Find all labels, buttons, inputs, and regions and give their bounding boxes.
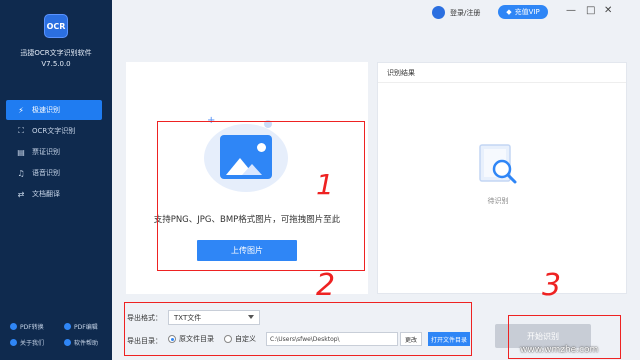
translate-icon: ⇄	[17, 189, 25, 199]
app-name: 迅捷OCR文字识别软件	[20, 49, 92, 57]
divider	[378, 82, 626, 83]
title-bar: 登录/注册 ◆ 充值VIP — □ ✕	[112, 0, 640, 26]
sidebar-nav: ⚡ 极速识别 ⛶ OCR文字识别 ▤ 票证识别 ♫ 语音识别 ⇄ 文档翻译	[6, 100, 102, 205]
app-logo: OCR	[44, 14, 68, 38]
app-version: V7.5.0.0	[41, 60, 71, 68]
sidebar-item-label: 极速识别	[32, 106, 60, 114]
sidebar-item-label: 语音识别	[32, 169, 60, 177]
vip-button[interactable]: ◆ 充值VIP	[498, 5, 548, 19]
login-link[interactable]: 登录/注册	[432, 6, 480, 19]
pdf-convert-link[interactable]: PDF转换	[10, 322, 44, 331]
sidebar-item-ticket[interactable]: ▤ 票证识别	[6, 142, 102, 162]
minimize-button[interactable]: —	[566, 5, 576, 16]
annotation-box-2	[124, 302, 472, 356]
pdf-convert-icon	[10, 323, 17, 330]
sidebar-item-voice[interactable]: ♫ 语音识别	[6, 163, 102, 183]
sidebar-item-label: 文档翻译	[32, 190, 60, 198]
diamond-icon: ◆	[506, 8, 512, 16]
sidebar-item-translate[interactable]: ⇄ 文档翻译	[6, 184, 102, 204]
pdf-edit-icon	[64, 323, 71, 330]
result-placeholder: 待识别	[487, 197, 509, 205]
close-button[interactable]: ✕	[604, 5, 612, 16]
sidebar-item-label: OCR文字识别	[32, 127, 76, 135]
help-link[interactable]: 软件帮助	[64, 338, 98, 347]
sidebar-item-ocr[interactable]: ⛶ OCR文字识别	[6, 121, 102, 141]
annotation-number-1: 1	[316, 168, 334, 201]
document-search-icon	[479, 144, 517, 184]
watermark: www.wmzhe.com	[520, 345, 599, 355]
maximize-button[interactable]: □	[586, 5, 595, 16]
microphone-icon: ♫	[17, 168, 25, 178]
help-icon	[64, 339, 71, 346]
lightning-icon: ⚡	[18, 105, 24, 115]
ticket-icon: ▤	[17, 147, 25, 157]
info-icon	[10, 339, 17, 346]
scan-icon: ⛶	[18, 126, 24, 135]
pdf-edit-link[interactable]: PDF编辑	[64, 322, 98, 331]
result-title: 识别结果	[387, 69, 415, 77]
sidebar-item-label: 票证识别	[32, 148, 60, 156]
about-us-link[interactable]: 关于我们	[10, 338, 44, 347]
sidebar-item-fast-recognition[interactable]: ⚡ 极速识别	[6, 100, 102, 120]
annotation-number-2: 2	[316, 268, 336, 303]
user-avatar-icon	[432, 6, 445, 19]
sidebar: OCR 迅捷OCR文字识别软件 V7.5.0.0 ⚡ 极速识别 ⛶ OCR文字识…	[0, 0, 112, 360]
annotation-number-3: 3	[542, 268, 562, 303]
